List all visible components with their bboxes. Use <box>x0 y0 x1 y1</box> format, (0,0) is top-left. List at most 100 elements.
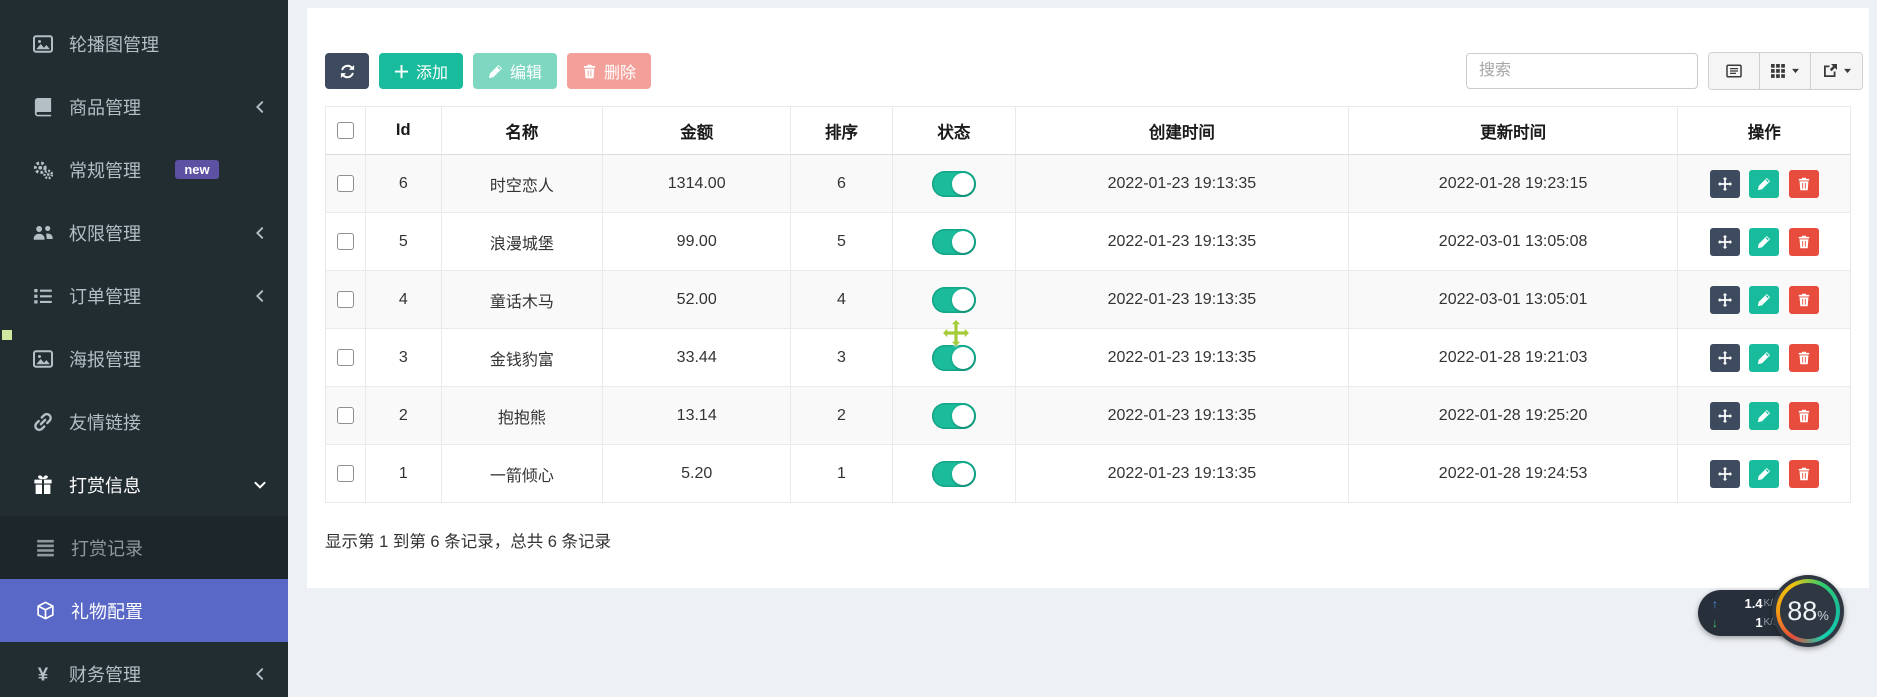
delete-button-label: 删除 <box>604 59 636 83</box>
row-move-button[interactable] <box>1710 402 1740 430</box>
toggle-knob <box>952 231 974 253</box>
cell-created-time: 2022-01-23 19:13:35 <box>1016 329 1349 387</box>
pencil-icon <box>1757 409 1771 423</box>
sidebar-item-label: 礼物配置 <box>71 598 143 624</box>
status-toggle-on[interactable] <box>932 171 976 197</box>
cell-name: 一箭倾心 <box>441 445 603 503</box>
table-row: 2 抱抱熊 13.14 2 2022-01-23 19:13:35 2022-0… <box>326 387 1851 445</box>
select-all-checkbox[interactable] <box>337 122 354 139</box>
table-row: 1 一箭倾心 5.20 1 2022-01-23 19:13:35 2022-0… <box>326 445 1851 503</box>
status-toggle-on[interactable] <box>932 403 976 429</box>
toolbar-button-group: 添加 编辑 删除 <box>325 53 651 89</box>
cell-updated-time: 2022-03-01 13:05:01 <box>1348 271 1678 329</box>
angle-left-icon <box>253 289 267 303</box>
pencil-icon <box>488 64 503 79</box>
pencil-icon <box>1757 293 1771 307</box>
row-delete-button[interactable] <box>1789 286 1819 314</box>
sidebar-item-reward-records[interactable]: 打赏记录 <box>0 516 288 579</box>
angle-left-icon <box>253 667 267 681</box>
move-arrows-icon <box>1718 351 1732 365</box>
row-checkbox[interactable] <box>337 175 354 192</box>
detail-view-button[interactable] <box>1709 53 1760 89</box>
row-delete-button[interactable] <box>1789 344 1819 372</box>
toggle-knob <box>952 289 974 311</box>
sidebar-item-gift-config[interactable]: 礼物配置 <box>0 579 288 642</box>
col-header-actions: 操作 <box>1678 107 1851 155</box>
gears-icon <box>30 160 56 180</box>
sidebar-item-permission[interactable]: 权限管理 <box>0 201 288 264</box>
columns-button[interactable] <box>1760 53 1811 89</box>
move-cursor-icon <box>943 320 969 346</box>
status-toggle-on[interactable] <box>932 287 976 313</box>
delete-button[interactable]: 删除 <box>567 53 651 89</box>
status-toggle-on[interactable] <box>932 229 976 255</box>
row-edit-button[interactable] <box>1749 228 1779 256</box>
search-input[interactable] <box>1466 53 1698 89</box>
row-edit-button[interactable] <box>1749 402 1779 430</box>
row-edit-button[interactable] <box>1749 460 1779 488</box>
row-delete-button[interactable] <box>1789 228 1819 256</box>
sidebar-item-label: 友情链接 <box>69 409 141 435</box>
row-move-button[interactable] <box>1710 228 1740 256</box>
table-header-row: Id 名称 金额 排序 状态 创建时间 更新时间 操作 <box>326 107 1851 155</box>
trash-icon <box>1797 351 1811 365</box>
row-checkbox[interactable] <box>337 291 354 308</box>
row-checkbox[interactable] <box>337 233 354 250</box>
sidebar-item-posters[interactable]: 海报管理 <box>0 327 288 390</box>
row-move-button[interactable] <box>1710 460 1740 488</box>
refresh-button[interactable] <box>325 53 369 89</box>
cell-sort: 6 <box>791 155 893 213</box>
main-content: 添加 编辑 删除 <box>288 0 1877 697</box>
new-badge: new <box>175 160 218 179</box>
row-delete-button[interactable] <box>1789 402 1819 430</box>
export-button[interactable] <box>1811 53 1862 89</box>
col-header-status: 状态 <box>892 107 1015 155</box>
pencil-icon <box>1757 467 1771 481</box>
data-table: Id 名称 金额 排序 状态 创建时间 更新时间 操作 6 时空恋人 1314.… <box>325 106 1851 503</box>
edit-button[interactable]: 编辑 <box>473 53 557 89</box>
table-row: 3 金钱豹富 33.44 3 2022-01-23 19:13:35 2022-… <box>326 329 1851 387</box>
caret-down-icon <box>1843 68 1852 74</box>
cell-created-time: 2022-01-23 19:13:35 <box>1016 387 1349 445</box>
row-delete-button[interactable] <box>1789 460 1819 488</box>
col-header-name: 名称 <box>441 107 603 155</box>
download-arrow-icon: ↓ <box>1712 616 1726 630</box>
cell-id: 1 <box>366 445 441 503</box>
poster-image-icon <box>30 349 56 369</box>
sidebar-item-orders[interactable]: 订单管理 <box>0 264 288 327</box>
detail-view-icon <box>1726 63 1742 79</box>
row-delete-button[interactable] <box>1789 170 1819 198</box>
status-toggle-on[interactable] <box>932 461 976 487</box>
cell-amount: 33.44 <box>603 329 791 387</box>
status-toggle-on[interactable] <box>932 345 976 371</box>
sidebar-item-friend-links[interactable]: 友情链接 <box>0 390 288 453</box>
network-speed-widget[interactable]: ↑ 1.4 K/s ↓ 1 K/s 88% <box>1698 575 1877 653</box>
sidebar-item-goods[interactable]: 商品管理 <box>0 75 288 138</box>
sidebar-item-finance[interactable]: 财务管理 <box>0 642 288 697</box>
row-move-button[interactable] <box>1710 344 1740 372</box>
table-row: 4 童话木马 52.00 4 2022-01-23 19:13:35 2022-… <box>326 271 1851 329</box>
row-checkbox[interactable] <box>337 349 354 366</box>
trash-icon <box>1797 409 1811 423</box>
row-move-button[interactable] <box>1710 170 1740 198</box>
row-edit-button[interactable] <box>1749 170 1779 198</box>
sidebar-item-reward-info[interactable]: 打赏信息 <box>0 453 288 516</box>
cell-amount: 5.20 <box>603 445 791 503</box>
row-checkbox[interactable] <box>337 465 354 482</box>
row-move-button[interactable] <box>1710 286 1740 314</box>
sidebar-item-carousel[interactable]: 轮播图管理 <box>0 12 288 75</box>
row-checkbox[interactable] <box>337 407 354 424</box>
sidebar-item-label: 订单管理 <box>69 283 141 309</box>
col-header-sort: 排序 <box>791 107 893 155</box>
cell-id: 2 <box>366 387 441 445</box>
row-edit-button[interactable] <box>1749 286 1779 314</box>
record-summary: 显示第 1 到第 6 条记录，总共 6 条记录 <box>325 528 611 552</box>
download-speed-value: 1 <box>1755 615 1762 630</box>
cell-sort: 2 <box>791 387 893 445</box>
row-edit-button[interactable] <box>1749 344 1779 372</box>
gift-config-cube-icon <box>32 601 58 620</box>
col-header-amount: 金额 <box>603 107 791 155</box>
add-button[interactable]: 添加 <box>379 53 463 89</box>
sidebar-item-general[interactable]: 常规管理 new <box>0 138 288 201</box>
toggle-knob <box>952 347 974 369</box>
